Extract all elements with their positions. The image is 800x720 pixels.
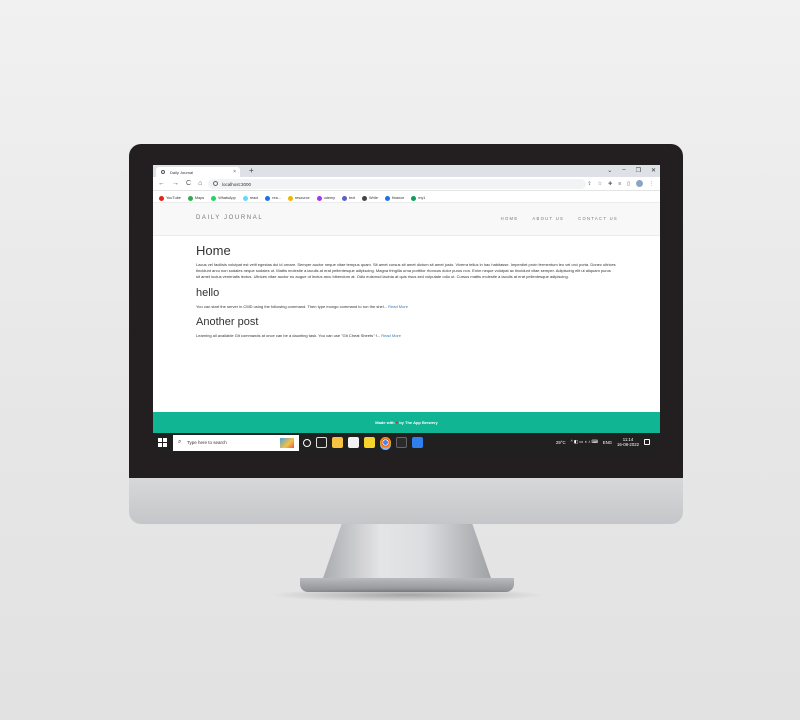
forward-icon[interactable]: → [172, 180, 179, 187]
profile-avatar[interactable] [636, 180, 643, 187]
site-brand[interactable]: DAILY JOURNAL [196, 215, 263, 221]
stand-shadow [270, 588, 544, 602]
bookmark-favicon-icon [362, 195, 368, 201]
taskbar-apps [303, 437, 423, 448]
search-placeholder: Type here to search [187, 440, 227, 445]
close-window-button[interactable]: ✕ [651, 167, 656, 174]
sticky-notes-icon[interactable] [364, 437, 375, 448]
nav-link-about[interactable]: ABOUT US [532, 216, 564, 221]
bookmark-item[interactable]: my1 [411, 194, 425, 202]
post-title: hello [196, 286, 220, 299]
nav-link-home[interactable]: HOME [501, 216, 519, 221]
bookmark-favicon-icon [265, 195, 271, 201]
browser-tab[interactable]: Daily Journal × [156, 167, 240, 177]
footer-prefix: Made with [375, 420, 395, 425]
bookmarks-bar: YouTube Maps WhatsApp react rea... resou… [153, 191, 660, 203]
windows-start-icon[interactable] [158, 438, 167, 447]
share-icon[interactable]: ⇪ [587, 181, 591, 187]
tray-icons[interactable]: ^ ◧ ▭ ◖ ♪ ⌨ [571, 439, 598, 445]
bookmark-favicon-icon [187, 195, 193, 201]
reload-icon[interactable]: C [186, 180, 191, 187]
site-footer: Made with ♥ by The App Brewery [153, 412, 660, 433]
file-explorer-icon[interactable] [332, 437, 343, 448]
terminal-icon[interactable] [396, 437, 407, 448]
weather-temp[interactable]: 29°C [556, 440, 566, 445]
read-more-link[interactable]: Read More [388, 304, 408, 309]
post-excerpt: Learning all available Git commands at o… [196, 333, 616, 338]
bookmark-item[interactable]: text [342, 194, 355, 202]
bookmark-item[interactable]: Write [362, 194, 378, 202]
bookmark-item[interactable]: WhatsApp [211, 194, 236, 202]
url-text: localhost:3000 [222, 182, 252, 187]
tab-search-icon[interactable]: ⌄ [607, 167, 612, 174]
notification-icon[interactable] [644, 439, 650, 445]
minimize-button[interactable]: – [622, 167, 625, 174]
site-info-icon[interactable] [213, 181, 218, 186]
side-panel-icon[interactable]: ▯ [627, 181, 630, 187]
tab-close-icon[interactable]: × [233, 169, 236, 175]
taskbar-search-input[interactable]: ⌕ Type here to search [173, 435, 299, 451]
browser-toolbar: ← → C ⌂ localhost:3000 ⇪ ☆ ✚ ≡ ▯ ⋮ [153, 177, 660, 191]
bookmark-favicon-icon [384, 195, 390, 201]
bookmark-favicon-icon [211, 195, 217, 201]
toolbar-icons: ⇪ ☆ ✚ ≡ ▯ ⋮ [587, 180, 654, 187]
search-highlight-icon [280, 438, 294, 448]
bookmark-star-icon[interactable]: ☆ [598, 181, 602, 187]
menu-icon[interactable]: ⋮ [649, 181, 654, 187]
post-title: Another post [196, 315, 259, 328]
extensions-icon[interactable]: ✚ [608, 181, 612, 187]
monitor-chin [129, 478, 683, 524]
site-nav: HOME ABOUT US CONTACT US [501, 216, 618, 221]
browser-tabstrip: Daily Journal × + ⌄ – ❐ ✕ [153, 165, 660, 177]
bookmark-item[interactable]: finance [384, 194, 404, 202]
chrome-icon[interactable] [380, 437, 391, 448]
bookmark-favicon-icon [159, 195, 164, 201]
web-page: DAILY JOURNAL HOME ABOUT US CONTACT US H… [153, 203, 660, 439]
bookmark-favicon-icon [342, 195, 348, 201]
new-tab-button[interactable]: + [249, 166, 254, 175]
bookmark-favicon-icon [411, 195, 417, 201]
cortana-icon[interactable] [303, 438, 311, 447]
windows-taskbar: ⌕ Type here to search 29°C ^ ◧ ▭ ◖ ♪ ⌨ E… [153, 433, 660, 453]
footer-suffix: by The App Brewery [399, 420, 438, 425]
post-excerpt-text: Learning all available Git commands at o… [196, 332, 381, 338]
clock-date: 16-08-2022 [617, 442, 639, 447]
window-controls: ⌄ – ❐ ✕ [607, 167, 656, 174]
nav-buttons: ← → C ⌂ [158, 180, 202, 187]
bookmark-item[interactable]: resource [287, 194, 310, 202]
monitor-stand-neck [321, 524, 493, 584]
globe-icon [161, 170, 165, 174]
language-indicator[interactable]: ENG [603, 440, 612, 445]
tab-title: Daily Journal [170, 170, 194, 175]
home-icon[interactable]: ⌂ [198, 180, 202, 187]
bookmark-favicon-icon [242, 195, 248, 201]
bookmark-item[interactable]: rea... [265, 194, 281, 202]
clock[interactable]: 11:14 16-08-2022 [617, 437, 639, 447]
bookmark-item[interactable]: udemy [316, 194, 335, 202]
main-content: Home Lacus vel facilisis volutpat est ve… [196, 243, 616, 338]
home-paragraph: Lacus vel facilisis volutpat est velit e… [196, 262, 616, 279]
address-bar[interactable]: localhost:3000 [208, 179, 586, 189]
system-tray: 29°C ^ ◧ ▭ ◖ ♪ ⌨ ENG 11:14 16-08-2022 [556, 437, 650, 447]
bookmark-item[interactable]: react [242, 194, 258, 202]
bookmark-favicon-icon [287, 195, 293, 201]
restore-button[interactable]: ❐ [636, 167, 641, 174]
page-title: Home [196, 243, 231, 258]
bookmark-item[interactable]: YouTube [159, 194, 181, 202]
store-icon[interactable] [348, 437, 359, 448]
nav-link-contact[interactable]: CONTACT US [578, 216, 618, 221]
monitor-screen: Daily Journal × + ⌄ – ❐ ✕ ← → C ⌂ localh… [153, 165, 660, 453]
back-icon[interactable]: ← [158, 180, 165, 187]
post-excerpt-text: You can start the server in CMD using th… [196, 303, 387, 309]
heart-icon: ♥ [395, 420, 399, 425]
bookmark-item[interactable]: Maps [187, 194, 204, 202]
bookmark-favicon-icon [316, 195, 322, 201]
search-icon: ⌕ [178, 439, 182, 445]
site-header: DAILY JOURNAL HOME ABOUT US CONTACT US [153, 203, 660, 236]
read-more-link[interactable]: Read More [381, 333, 401, 338]
vscode-icon[interactable] [412, 437, 423, 448]
post-excerpt: You can start the server in CMD using th… [196, 304, 616, 309]
task-view-icon[interactable] [316, 437, 327, 448]
reading-list-icon[interactable]: ≡ [618, 181, 621, 187]
